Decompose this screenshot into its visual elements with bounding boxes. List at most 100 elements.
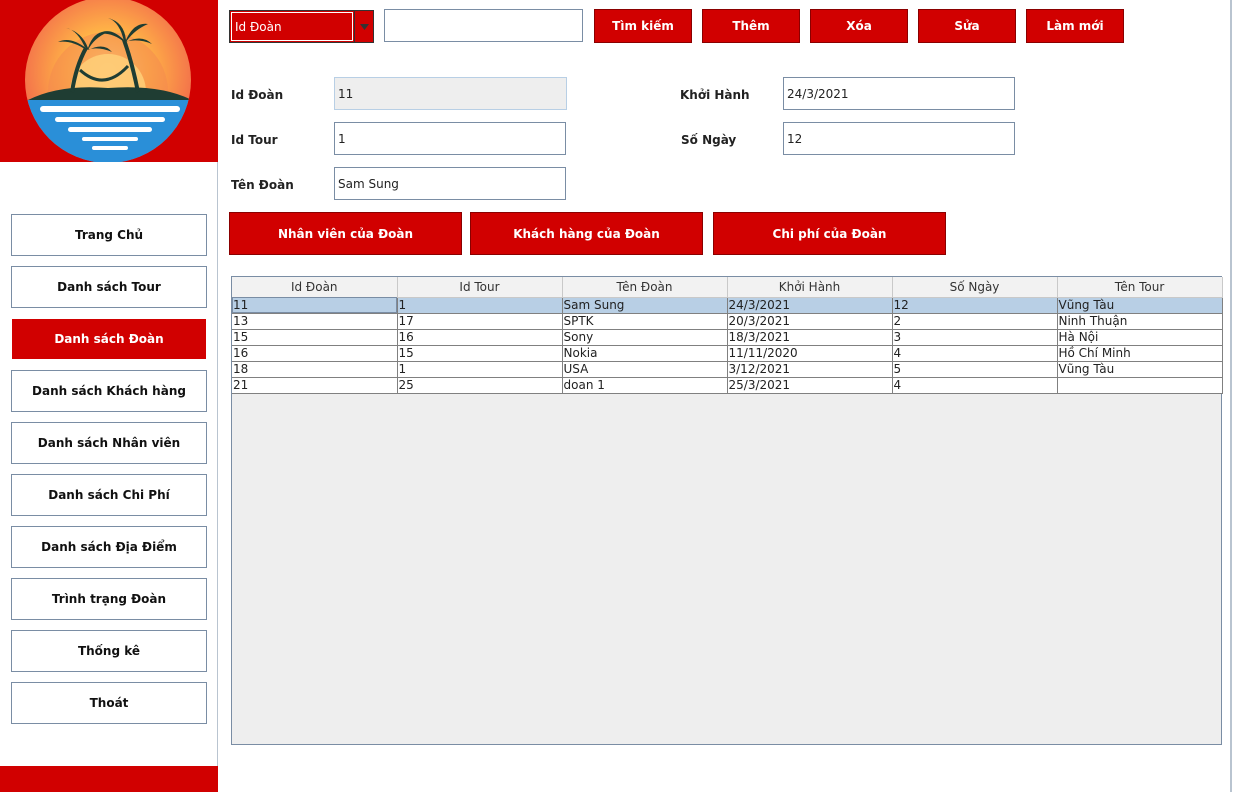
khoi-hanh-field[interactable]: 24/3/2021	[783, 77, 1015, 110]
column-header-khoi-hanh[interactable]: Khởi Hành	[727, 277, 893, 298]
search-input[interactable]	[384, 9, 583, 42]
table-cell[interactable]: SPTK	[562, 313, 728, 330]
table-cell[interactable]: Vũng Tàu	[1057, 361, 1223, 378]
sidebar: Trang Chủ Danh sách Tour Danh sách Đoàn …	[0, 0, 218, 792]
table-cell[interactable]: Hồ Chí Minh	[1057, 345, 1223, 362]
table-cell[interactable]: 2	[892, 313, 1058, 330]
refresh-button[interactable]: Làm mới	[1026, 9, 1124, 43]
table-cell[interactable]: 15	[232, 329, 398, 346]
group-staff-button[interactable]: Nhân viên của Đoàn	[229, 212, 462, 255]
table-row[interactable]: 13 17 SPTK 20/3/2021 2 Ninh Thuận	[232, 313, 1223, 330]
delete-button[interactable]: Xóa	[810, 9, 908, 43]
ten-doan-label: Tên Đoàn	[231, 178, 294, 192]
column-header-so-ngay[interactable]: Số Ngày	[892, 277, 1058, 298]
sidebar-item-label: Trang Chủ	[74, 228, 144, 242]
column-header-ten-doan[interactable]: Tên Đoàn	[562, 277, 728, 298]
table-cell[interactable]: Ninh Thuận	[1057, 313, 1223, 330]
dropdown-arrow-icon[interactable]	[354, 11, 373, 42]
table-cell[interactable]: 4	[892, 345, 1058, 362]
column-header-id-doan[interactable]: Id Đoàn	[232, 277, 398, 298]
sidebar-item-label: Danh sách Tour	[57, 280, 161, 294]
id-doan-label: Id Đoàn	[231, 88, 284, 102]
sidebar-item-groups[interactable]: Danh sách Đoàn	[11, 318, 207, 360]
sidebar-item-home[interactable]: Trang Chủ	[11, 214, 207, 256]
sidebar-item-locations[interactable]: Danh sách Địa Điểm	[11, 526, 207, 568]
sidebar-item-group-status[interactable]: Trình trạng Đoàn	[11, 578, 207, 620]
ten-doan-field[interactable]: Sam Sung	[334, 167, 566, 200]
sidebar-item-label: Danh sách Địa Điểm	[41, 540, 177, 554]
table-cell[interactable]: 11/11/2020	[727, 345, 893, 362]
table-cell[interactable]: 4	[892, 377, 1058, 394]
id-tour-field[interactable]: 1	[334, 122, 566, 155]
table-cell[interactable]: 25/3/2021	[727, 377, 893, 394]
table-cell[interactable]: 1	[397, 297, 563, 314]
table-cell[interactable]: USA	[562, 361, 728, 378]
table-cell[interactable]: Vũng Tàu	[1057, 297, 1223, 314]
search-field-select[interactable]: Id Đoàn	[229, 10, 374, 43]
table-cell[interactable]: 13	[232, 313, 398, 330]
column-header-ten-tour[interactable]: Tên Tour	[1057, 277, 1223, 298]
table-cell[interactable]: 18/3/2021	[727, 329, 893, 346]
main-panel: Id Đoàn Tìm kiếm Thêm Xóa Sửa Làm mới Id…	[219, 0, 1230, 792]
table-cell[interactable]: doan 1	[562, 377, 728, 394]
group-customers-button[interactable]: Khách hàng của Đoàn	[470, 212, 703, 255]
table-row[interactable]: 15 16 Sony 18/3/2021 3 Hà Nội	[232, 329, 1223, 346]
table-row[interactable]: 21 25 doan 1 25/3/2021 4	[232, 377, 1223, 394]
table-cell[interactable]: 21	[232, 377, 398, 394]
table-row[interactable]: 18 1 USA 3/12/2021 5 Vũng Tàu	[232, 361, 1223, 378]
table-header-row: Id Đoàn Id Tour Tên Đoàn Khởi Hành Số Ng…	[232, 277, 1223, 298]
table-row[interactable]: 16 15 Nokia 11/11/2020 4 Hồ Chí Minh	[232, 345, 1223, 362]
table-cell[interactable]: 11	[232, 297, 398, 314]
table-cell[interactable]: 1	[397, 361, 563, 378]
column-header-id-tour[interactable]: Id Tour	[397, 277, 563, 298]
id-tour-label: Id Tour	[231, 133, 278, 147]
sidebar-item-costs[interactable]: Danh sách Chi Phí	[11, 474, 207, 516]
table-cell[interactable]: 3	[892, 329, 1058, 346]
table-cell[interactable]: Nokia	[562, 345, 728, 362]
window-right-edge	[1230, 0, 1239, 792]
logo-panel	[0, 0, 218, 162]
sidebar-item-label: Thoát	[89, 696, 129, 710]
sidebar-item-label: Danh sách Nhân viên	[37, 436, 181, 450]
id-doan-field[interactable]: 11	[334, 77, 567, 110]
app-window: Trang Chủ Danh sách Tour Danh sách Đoàn …	[0, 0, 1239, 792]
search-field-selected-value: Id Đoàn	[231, 12, 353, 41]
group-costs-button[interactable]: Chi phí của Đoàn	[713, 212, 946, 255]
sidebar-item-label: Danh sách Khách hàng	[32, 384, 186, 398]
sidebar-item-label: Danh sách Chi Phí	[48, 488, 170, 502]
table-cell[interactable]: 3/12/2021	[727, 361, 893, 378]
table-cell[interactable]: 12	[892, 297, 1058, 314]
table-cell[interactable]: Hà Nội	[1057, 329, 1223, 346]
groups-table: Id Đoàn Id Tour Tên Đoàn Khởi Hành Số Ng…	[231, 276, 1223, 745]
sidebar-item-label: Trình trạng Đoàn	[51, 592, 167, 606]
sidebar-item-tours[interactable]: Danh sách Tour	[11, 266, 207, 308]
sidebar-item-customers[interactable]: Danh sách Khách hàng	[11, 370, 207, 412]
groups-table-grid: Id Đoàn Id Tour Tên Đoàn Khởi Hành Số Ng…	[232, 277, 1223, 394]
sidebar-item-staff[interactable]: Danh sách Nhân viên	[11, 422, 207, 464]
table-cell[interactable]: 24/3/2021	[727, 297, 893, 314]
table-row[interactable]: 11 1 Sam Sung 24/3/2021 12 Vũng Tàu	[232, 297, 1223, 314]
sidebar-item-exit[interactable]: Thoát	[11, 682, 207, 724]
table-cell[interactable]: 17	[397, 313, 563, 330]
table-cell[interactable]: 15	[397, 345, 563, 362]
sidebar-item-statistics[interactable]: Thống kê	[11, 630, 207, 672]
table-cell[interactable]: 25	[397, 377, 563, 394]
table-cell[interactable]	[1057, 377, 1223, 394]
so-ngay-field[interactable]: 12	[783, 122, 1015, 155]
khoi-hanh-label: Khởi Hành	[680, 88, 750, 102]
table-cell[interactable]: Sony	[562, 329, 728, 346]
sidebar-item-label: Thống kê	[77, 644, 141, 658]
table-cell[interactable]: 18	[232, 361, 398, 378]
table-cell[interactable]: 16	[232, 345, 398, 362]
sunset-palm-logo-icon	[25, 0, 191, 162]
table-cell[interactable]: Sam Sung	[562, 297, 728, 314]
edit-button[interactable]: Sửa	[918, 9, 1016, 43]
table-cell[interactable]: 16	[397, 329, 563, 346]
table-cell[interactable]: 5	[892, 361, 1058, 378]
so-ngay-label: Số Ngày	[681, 133, 737, 147]
add-button[interactable]: Thêm	[702, 9, 800, 43]
sidebar-item-label: Danh sách Đoàn	[54, 332, 164, 346]
search-button[interactable]: Tìm kiếm	[594, 9, 692, 43]
sidebar-footer-bar	[0, 766, 218, 792]
table-cell[interactable]: 20/3/2021	[727, 313, 893, 330]
